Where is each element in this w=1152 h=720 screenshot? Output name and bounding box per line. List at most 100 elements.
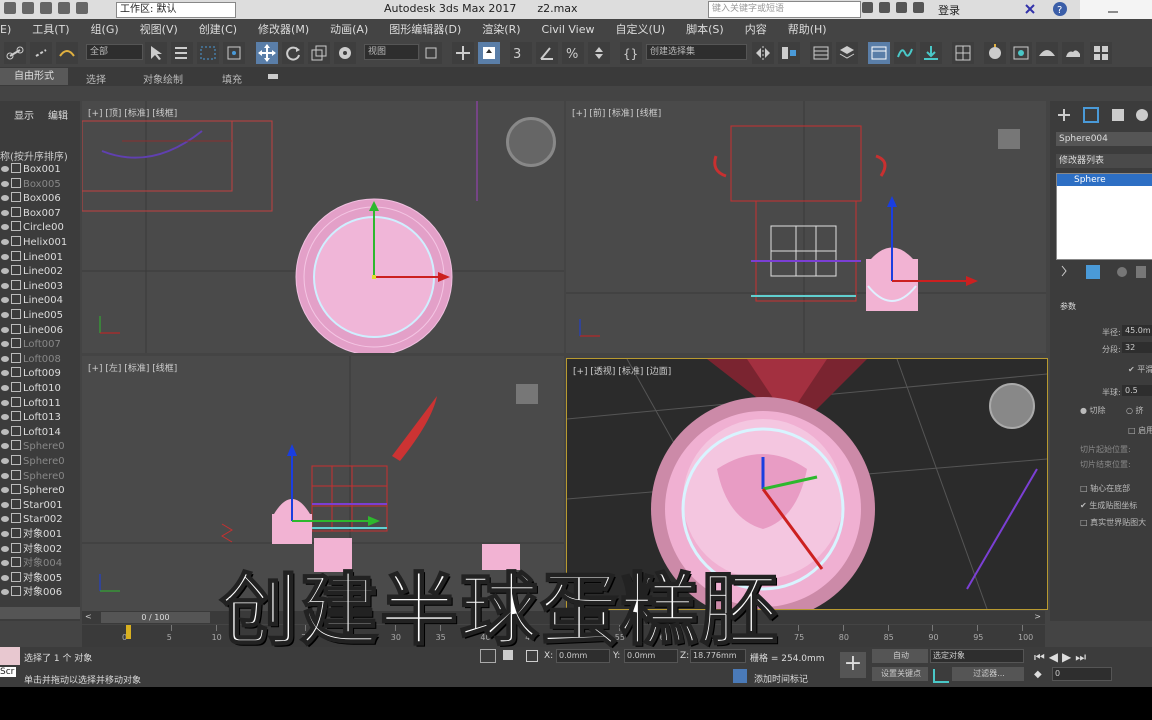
menu-scripting[interactable]: 脚本(S): [686, 21, 724, 37]
undo-icon[interactable]: [40, 2, 52, 14]
unlink-icon[interactable]: [30, 42, 52, 64]
visibility-eye-icon[interactable]: [1, 297, 9, 304]
viewcube-left[interactable]: [516, 384, 538, 404]
add-time-tag-text[interactable]: 添加时间标记: [754, 672, 808, 685]
scene-item[interactable]: Loft008: [0, 352, 80, 367]
angle-snap-icon[interactable]: [536, 42, 558, 64]
scene-item[interactable]: Line002: [0, 265, 80, 279]
slice-on-checkbox[interactable]: □ 启用: [1128, 425, 1152, 436]
visibility-eye-icon[interactable]: [1, 516, 9, 523]
visibility-eye-icon[interactable]: [1, 443, 9, 450]
ribbon-tab-freeform[interactable]: 自由形式: [0, 68, 68, 85]
scene-item[interactable]: Loft014: [0, 425, 80, 440]
time-config-icon[interactable]: ◆: [1034, 669, 1042, 680]
segments-input[interactable]: 32: [1122, 342, 1152, 353]
scene-item[interactable]: Line006: [0, 323, 80, 338]
percent-snap-icon[interactable]: %: [562, 42, 584, 64]
layers-icon[interactable]: [836, 42, 858, 64]
scene-item[interactable]: Loft009: [0, 367, 80, 381]
scene-item[interactable]: Line003: [0, 279, 80, 294]
exchange-icon[interactable]: [879, 2, 890, 13]
visibility-eye-icon[interactable]: [1, 399, 9, 406]
scene-item[interactable]: Box001: [0, 163, 80, 177]
visibility-eye-icon[interactable]: [1, 239, 9, 245]
squash-radio[interactable]: ○ 挤: [1126, 405, 1144, 416]
scene-item[interactable]: Sphere0: [0, 455, 80, 469]
visibility-eye-icon[interactable]: [1, 574, 9, 581]
params-rollout-header[interactable]: 参数: [1060, 301, 1076, 312]
visibility-eye-icon[interactable]: [1, 560, 9, 567]
visibility-eye-icon[interactable]: [1, 341, 9, 348]
align-icon[interactable]: [778, 42, 800, 64]
scene-item[interactable]: Sphere0: [0, 484, 80, 498]
viewcube-top[interactable]: [506, 117, 556, 167]
scene-item[interactable]: Loft010: [0, 382, 80, 396]
visibility-eye-icon[interactable]: [1, 355, 9, 362]
gen-map-checkbox[interactable]: ✔ 生成贴图坐标: [1080, 500, 1137, 511]
visibility-eye-icon[interactable]: [1, 501, 9, 508]
login-link[interactable]: 登录: [938, 2, 960, 18]
rendered-frame-icon[interactable]: [1010, 42, 1032, 64]
visibility-eye-icon[interactable]: [1, 458, 9, 464]
select-object-icon[interactable]: [145, 42, 167, 64]
material-editor-icon[interactable]: [952, 42, 974, 64]
menu-customize[interactable]: 自定义(U): [616, 21, 666, 37]
visibility-eye-icon[interactable]: [1, 195, 9, 202]
scene-item[interactable]: Line005: [0, 309, 80, 323]
visibility-eye-icon[interactable]: [1, 180, 9, 187]
filters-button[interactable]: 过滤器...: [952, 667, 1024, 681]
current-frame-field[interactable]: 0: [1052, 667, 1112, 681]
visibility-eye-icon[interactable]: [1, 531, 9, 537]
edit-named-selection-icon[interactable]: {}: [620, 42, 642, 64]
visibility-eye-icon[interactable]: [1, 166, 9, 172]
next-frame-arrow-icon[interactable]: >: [1034, 612, 1041, 621]
scene-item[interactable]: Star002: [0, 513, 80, 527]
close-x-icon[interactable]: [1015, 0, 1045, 19]
add-key-icon[interactable]: +: [840, 652, 866, 678]
menu-animation[interactable]: 动画(A): [330, 21, 368, 37]
scene-item[interactable]: 对象006: [0, 586, 80, 600]
keyboard-shortcut-override-icon[interactable]: [478, 42, 500, 64]
new-icon[interactable]: [4, 2, 16, 14]
scene-item[interactable]: Line004: [0, 294, 80, 308]
visibility-eye-icon[interactable]: [1, 487, 9, 494]
menu-content[interactable]: 内容: [745, 21, 767, 37]
search-input[interactable]: 键入关键字或短语: [708, 1, 861, 18]
snap-toggle-icon[interactable]: 3: [510, 42, 532, 64]
spinner-snap-icon[interactable]: [588, 42, 610, 64]
menu-item[interactable]: E): [0, 23, 11, 36]
ribbon-tab-object-paint[interactable]: 对象绘制: [143, 71, 183, 86]
scene-item[interactable]: 对象004: [0, 557, 80, 571]
scene-scrollbar[interactable]: [0, 607, 80, 619]
menu-civil-view[interactable]: Civil View: [542, 23, 595, 36]
place-icon[interactable]: [334, 42, 356, 64]
selection-filter-dropdown[interactable]: 全部: [86, 44, 143, 60]
scene-item[interactable]: Box005: [0, 177, 80, 192]
visibility-eye-icon[interactable]: [1, 472, 9, 479]
visibility-eye-icon[interactable]: [1, 589, 9, 596]
current-frame-marker[interactable]: [126, 625, 131, 639]
tab-display[interactable]: 显示: [14, 107, 34, 122]
select-and-rotate-icon[interactable]: [282, 42, 304, 64]
base-pivot-checkbox[interactable]: □ 轴心在底部: [1080, 483, 1130, 494]
menu-help[interactable]: 帮助(H): [788, 21, 827, 37]
schematic-view-icon[interactable]: [920, 42, 942, 64]
visibility-eye-icon[interactable]: [1, 209, 9, 216]
menu-rendering[interactable]: 渲染(R): [482, 21, 520, 37]
viewport-top[interactable]: [+] [顶] [标准] [线框]: [82, 101, 564, 353]
chop-radio[interactable]: ● 切除: [1080, 405, 1106, 416]
scene-column-header[interactable]: 称(按升序排序): [0, 148, 68, 163]
set-key-button[interactable]: 设置关键点: [872, 667, 928, 681]
viewcube-front[interactable]: [998, 129, 1020, 149]
visibility-eye-icon[interactable]: [1, 224, 9, 231]
ribbon-options-icon[interactable]: [268, 74, 278, 79]
binoculars-icon[interactable]: [862, 2, 873, 13]
prev-frame-arrow-icon[interactable]: <: [85, 612, 92, 621]
visibility-eye-icon[interactable]: [1, 545, 9, 552]
auto-key-button[interactable]: 自动: [872, 649, 928, 663]
ribbon-tab-selection[interactable]: 选择: [86, 71, 106, 86]
reference-coord-dropdown[interactable]: 视图: [364, 44, 419, 60]
mini-listener-field[interactable]: Scr: [0, 667, 16, 677]
visibility-eye-icon[interactable]: [1, 312, 9, 318]
window-controls[interactable]: [1080, 0, 1152, 19]
